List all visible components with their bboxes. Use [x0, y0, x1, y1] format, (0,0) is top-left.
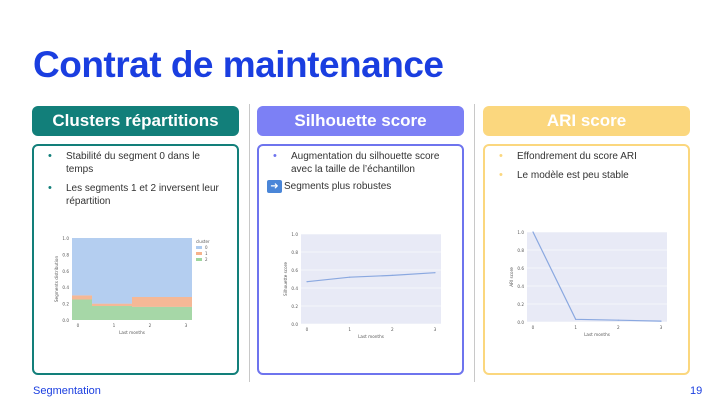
bullet-item: Le modèle est peu stable	[493, 169, 680, 182]
column-divider	[474, 104, 475, 382]
y-axis-label: Segments distribution	[54, 256, 59, 303]
column-header: Silhouette score	[257, 106, 464, 136]
x-tick-label: 2	[617, 325, 620, 330]
y-tick-label: 0.4	[291, 286, 298, 291]
y-tick-label: 0.4	[517, 284, 524, 289]
x-axis-label: Last months	[119, 330, 145, 335]
ari-line-chart: 0.0 0.2 0.4 0.6 0.8 1.0 0 1 2 3 Last months ARI sco…	[509, 230, 667, 336]
y-tick-label: 0.8	[291, 250, 298, 255]
y-tick-label: 1.0	[517, 230, 524, 235]
y-tick-label: 0.8	[517, 248, 524, 253]
legend-swatch	[196, 258, 202, 261]
x-tick-label: 1	[113, 323, 116, 328]
x-tick-label: 0	[77, 323, 80, 328]
bullet-list: Stabilité du segment 0 dans le temps Les…	[42, 150, 229, 208]
y-tick-label: 0.2	[62, 302, 69, 307]
y-tick-label: 0.4	[62, 285, 69, 290]
column-silhouette: Silhouette score Augmentation du silhoue…	[257, 106, 464, 375]
x-tick-label: 1	[348, 327, 351, 332]
bullet-list: Augmentation du silhouette score avec la…	[267, 150, 454, 176]
legend-title: cluster	[196, 239, 210, 244]
y-tick-label: 0.2	[291, 304, 298, 309]
page-number: 19	[690, 385, 703, 397]
y-tick-label: 0.8	[62, 252, 69, 257]
x-tick-label: 2	[391, 327, 394, 332]
column-card: Stabilité du segment 0 dans le temps Les…	[32, 144, 239, 375]
bullet-list: Effondrement du score ARI Le modèle est …	[493, 150, 680, 182]
x-tick-label: 0	[532, 325, 535, 330]
right-arrow-emoji-icon: ➜	[267, 180, 282, 193]
column-header: ARI score	[483, 106, 690, 136]
plot-area	[301, 234, 441, 324]
bullet-item: Augmentation du silhouette score avec la…	[267, 150, 454, 176]
y-tick-label: 0.6	[517, 266, 524, 271]
y-tick-label: 0.6	[291, 268, 298, 273]
x-tick-label: 3	[434, 327, 437, 332]
silhouette-line-chart: 0.0 0.2 0.4 0.6 0.8 1.0 0 1 2 3 Last months Silhoue…	[283, 232, 441, 338]
y-axis-label: Silhouette score	[283, 262, 288, 296]
x-axis-label: Last months	[584, 332, 610, 336]
y-axis-label: ARI score	[509, 267, 514, 287]
column-header: Clusters répartitions	[32, 106, 239, 136]
data-point	[434, 272, 436, 274]
plot-area	[527, 232, 667, 322]
legend-entry: 2	[205, 257, 208, 262]
column-divider	[249, 104, 250, 382]
x-tick-label: 3	[660, 325, 663, 330]
x-tick-label: 0	[306, 327, 309, 332]
legend-swatch	[196, 252, 202, 255]
legend-swatch	[196, 246, 202, 249]
legend-entry: 0	[205, 245, 208, 250]
data-point	[660, 320, 662, 322]
data-point	[349, 276, 351, 278]
footer-section-name: Segmentation	[33, 385, 101, 397]
y-tick-label: 0.0	[62, 318, 69, 323]
note-text: Segments plus robustes	[284, 181, 392, 192]
data-point	[391, 274, 393, 276]
x-tick-label: 3	[185, 323, 188, 328]
y-tick-label: 0.6	[62, 269, 69, 274]
data-point	[532, 231, 534, 233]
series-area-0	[72, 238, 192, 304]
y-tick-label: 0.2	[517, 302, 524, 307]
data-point	[306, 281, 308, 283]
bullet-item: Les segments 1 et 2 inversent leur répar…	[42, 182, 229, 208]
data-point	[575, 318, 577, 320]
y-tick-label: 1.0	[62, 236, 69, 241]
column-card: Effondrement du score ARI Le modèle est …	[483, 144, 690, 375]
legend-entry: 1	[205, 251, 208, 256]
bullet-item: Stabilité du segment 0 dans le temps	[42, 150, 229, 176]
x-tick-label: 2	[149, 323, 152, 328]
x-axis-label: Last months	[358, 334, 384, 338]
column-card: Augmentation du silhouette score avec la…	[257, 144, 464, 375]
x-tick-label: 1	[574, 325, 577, 330]
column-ari: ARI score Effondrement du score ARI Le m…	[483, 106, 690, 375]
y-tick-label: 0.0	[517, 320, 524, 325]
y-tick-label: 0.0	[291, 322, 298, 327]
column-clusters: Clusters répartitions Stabilité du segme…	[32, 106, 239, 375]
y-tick-label: 1.0	[291, 232, 298, 237]
slide-title: Contrat de maintenance	[33, 44, 444, 85]
clusters-area-chart: 0.00.20.40.60.81.00 1 2 3Last monthsSegment…	[54, 236, 210, 335]
note-line: ➜ Segments plus robustes	[267, 180, 454, 193]
data-point	[617, 319, 619, 321]
bullet-item: Effondrement du score ARI	[493, 150, 680, 163]
